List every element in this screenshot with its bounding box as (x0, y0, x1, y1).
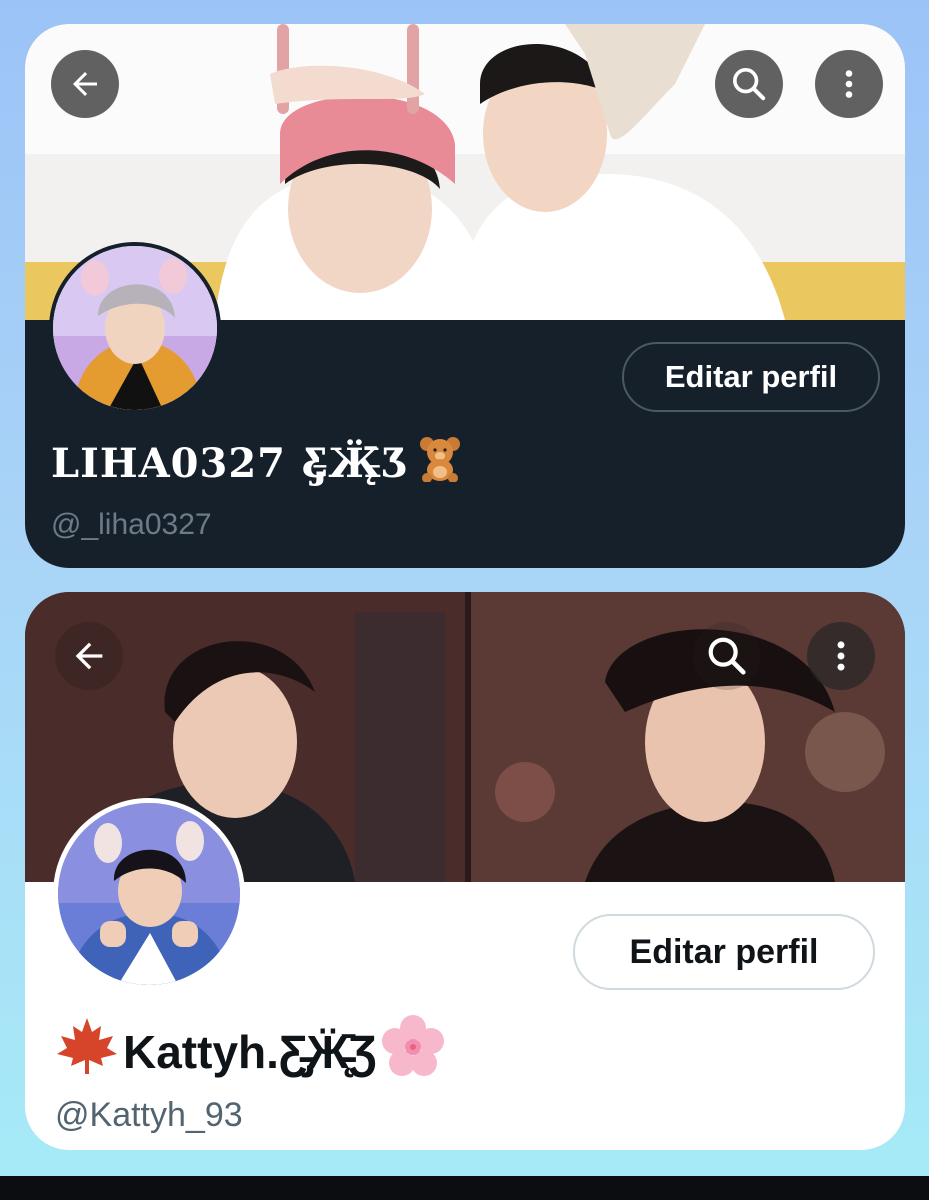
profile-card-kattyh: Editar perfil Kattyh.Ƹ̵̡Ӝ̵̨̄Ʒ @Kattyh_93 (25, 592, 905, 1150)
profile-card-liha: Editar perfil LIHA0327 Ƹ̵̡Ӝ̵̨̄Ʒ @_liha03… (25, 24, 905, 568)
arrow-left-icon (75, 642, 103, 670)
more-options-button[interactable] (815, 50, 883, 118)
display-name: LIHA0327 Ƹ̵̡Ӝ̵̨̄Ʒ (51, 434, 463, 492)
bottom-strip (0, 1176, 929, 1200)
more-vertical-icon (845, 70, 853, 98)
cherry-blossom-icon (381, 1014, 445, 1089)
display-name: Kattyh.Ƹ̵̡Ӝ̵̨̄Ʒ (55, 1014, 445, 1089)
maple-leaf-icon (55, 1014, 119, 1089)
search-button[interactable] (693, 622, 761, 690)
display-name-text: Kattyh.Ƹ̵̡Ӝ̵̨̄Ʒ (123, 1025, 377, 1078)
username-handle: @_liha0327 (51, 508, 212, 541)
username-handle: @Kattyh_93 (55, 1096, 243, 1134)
profile-avatar[interactable] (53, 798, 245, 990)
more-vertical-icon (837, 641, 845, 671)
more-options-button[interactable] (807, 622, 875, 690)
back-button[interactable] (55, 622, 123, 690)
profile-avatar[interactable] (49, 242, 221, 414)
search-icon (708, 637, 746, 675)
search-button[interactable] (715, 50, 783, 118)
edit-profile-button[interactable]: Editar perfil (622, 342, 880, 412)
teddy-bear-icon (417, 434, 463, 492)
back-button[interactable] (51, 50, 119, 118)
display-name-text: LIHA0327 Ƹ̵̡Ӝ̵̨̄Ʒ (51, 439, 409, 487)
search-icon (733, 68, 766, 101)
edit-profile-button[interactable]: Editar perfil (573, 914, 875, 990)
arrow-left-icon (73, 72, 97, 96)
